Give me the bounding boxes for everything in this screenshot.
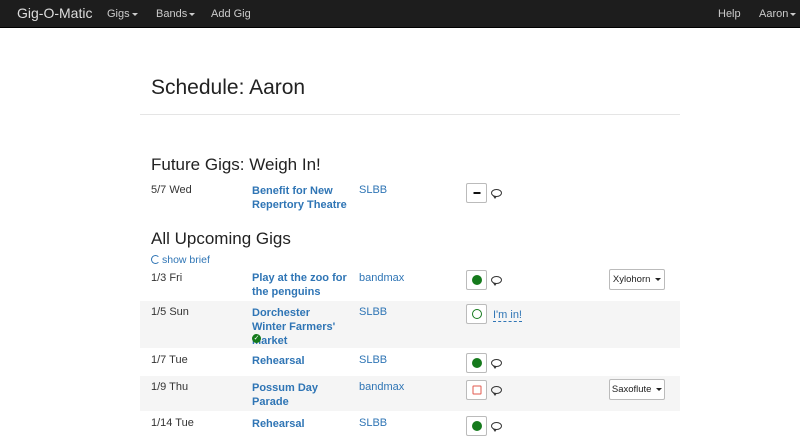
- confirmed-check-icon: ✓: [252, 334, 261, 343]
- future-gigs-title: Future Gigs: Weigh In!: [151, 155, 321, 174]
- nav-help[interactable]: Help: [718, 8, 741, 20]
- status-comment-link[interactable]: I'm in!: [493, 309, 522, 322]
- caret-down-icon: [655, 277, 662, 281]
- band-link[interactable]: SLBB: [359, 417, 387, 429]
- nav-bands-label: Bands: [156, 8, 188, 20]
- nav-add-gig[interactable]: Add Gig: [211, 8, 251, 20]
- yes-status-icon: [471, 358, 482, 368]
- role-label: Saxoflute: [611, 384, 652, 395]
- status-button[interactable]: [466, 353, 487, 373]
- caret-down-icon: [656, 387, 663, 391]
- comment-icon[interactable]: [491, 359, 502, 369]
- status-button[interactable]: [466, 270, 487, 290]
- gig-date: 1/5 Sun: [151, 306, 189, 318]
- gig-date: 1/7 Tue: [151, 354, 188, 366]
- caret-down-icon: [189, 12, 196, 16]
- gig-row: 1/9 Thu Possum Day Parade bandmax Saxofl…: [140, 376, 680, 411]
- comment-icon[interactable]: [491, 422, 502, 432]
- gig-name-link[interactable]: Play at the zoo for the penguins: [252, 271, 347, 299]
- role-dropdown[interactable]: Saxoflute: [609, 379, 665, 400]
- nav-gigs-label: Gigs: [107, 8, 130, 20]
- caret-down-icon: [790, 12, 797, 16]
- show-brief-label: show brief: [162, 254, 210, 266]
- comment-icon[interactable]: [491, 386, 502, 396]
- yes-status-icon: [471, 421, 482, 431]
- status-button[interactable]: [466, 183, 487, 203]
- gig-row: 1/3 Fri Play at the zoo for the penguins…: [140, 266, 680, 301]
- role-dropdown[interactable]: Xylohorn: [609, 269, 665, 290]
- gig-date: 5/7 Wed: [151, 184, 192, 196]
- nav-gigs-menu[interactable]: Gigs: [107, 8, 138, 20]
- comment-icon[interactable]: [491, 276, 502, 286]
- maybe-status-icon: [471, 309, 482, 319]
- status-button[interactable]: [466, 380, 487, 400]
- status-button[interactable]: [466, 416, 487, 436]
- nav-bands-menu[interactable]: Bands: [156, 8, 196, 20]
- navbar: Gig-O-Matic Gigs Bands Add Gig Help Aaro…: [0, 0, 800, 28]
- upcoming-gigs-title: All Upcoming Gigs: [151, 229, 291, 248]
- gig-name-link[interactable]: Benefit for New Repertory Theatre: [252, 184, 347, 212]
- refresh-icon: [151, 255, 160, 264]
- no-response-icon: [473, 192, 480, 194]
- nav-user-label: Aaron: [759, 8, 789, 20]
- brand-link[interactable]: Gig-O-Matic: [17, 5, 92, 21]
- yes-status-icon: [471, 275, 482, 285]
- show-brief-link[interactable]: show brief: [151, 254, 210, 266]
- band-link[interactable]: bandmax: [359, 272, 404, 284]
- gig-name-link[interactable]: Dorchester Winter Farmers' Market: [252, 306, 347, 348]
- status-button[interactable]: [466, 304, 487, 324]
- role-label: Xylohorn: [612, 274, 651, 285]
- gig-name-link[interactable]: Possum Day Parade: [252, 381, 347, 409]
- gig-date: 1/14 Tue: [151, 417, 194, 429]
- band-link[interactable]: SLBB: [359, 184, 387, 196]
- gig-row: 1/7 Tue Rehearsal SLBB: [140, 348, 680, 376]
- gig-name-link[interactable]: Rehearsal: [252, 354, 347, 368]
- gig-date: 1/9 Thu: [151, 381, 189, 393]
- page-title: Schedule: Aaron: [151, 76, 306, 99]
- divider: [140, 114, 680, 115]
- nav-user-menu[interactable]: Aaron: [759, 8, 797, 20]
- comment-icon[interactable]: [491, 189, 502, 199]
- gig-row: 1/5 Sun Dorchester Winter Farmers' Marke…: [140, 301, 680, 348]
- no-status-icon: [472, 385, 481, 395]
- gig-row: 1/14 Tue Rehearsal SLBB: [140, 411, 680, 440]
- band-link[interactable]: bandmax: [359, 381, 404, 393]
- band-link[interactable]: SLBB: [359, 306, 387, 318]
- caret-down-icon: [131, 12, 138, 16]
- band-link[interactable]: SLBB: [359, 354, 387, 366]
- gig-name-link[interactable]: Rehearsal: [252, 417, 347, 431]
- future-gig-row: 5/7 Wed Benefit for New Repertory Theatr…: [140, 179, 680, 219]
- gig-date: 1/3 Fri: [151, 272, 183, 284]
